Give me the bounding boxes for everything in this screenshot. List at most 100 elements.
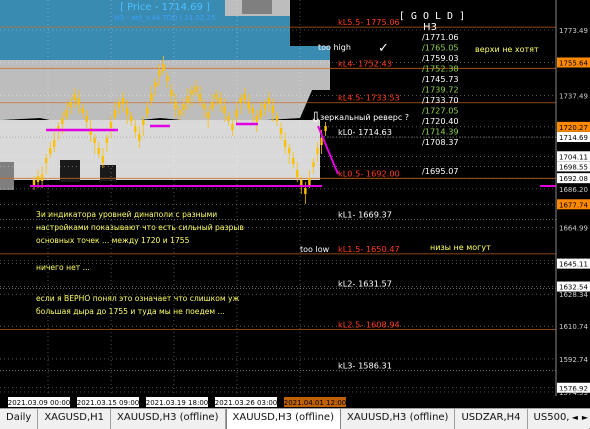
candle-body [263,104,267,109]
candle-body [186,96,190,103]
candle-body [85,116,88,122]
level-label: kL3- 1586.31 [338,361,392,371]
candle-body [142,120,145,125]
time-axis-label: 2021.04.01 12:00 [284,399,346,407]
price-axis-label: 1704.11 [559,153,588,161]
candle-body [243,94,246,100]
chart-tab[interactable]: XAGUSD,H1 [38,409,112,429]
chart-tab[interactable]: XAUUSD,H3 (offline) [111,409,226,429]
time-axis-label: 2021.03.15 09:00 [77,399,139,407]
note-1: 3и индикатора уровней динаполи с разными… [36,210,244,245]
candle-body [206,112,210,118]
candle-body [231,124,234,130]
candle-body [324,126,327,131]
candle-body [296,170,299,177]
price-axis-label: 1720.27 [559,124,588,132]
price-axis-label: 1677.74 [559,201,588,209]
time-axis-label: 2021.03.19 18:00 [146,399,208,407]
price-axis-label: 1755.64 [559,59,588,67]
candle-body [61,118,64,124]
chart-title: [ Price - 1714.69 ] [120,2,210,13]
note-2: ничего нет ... [36,263,90,272]
price-axis-label: 1714.69 [559,134,588,142]
candle-body [271,106,275,113]
candle-body [255,116,258,122]
right-level-value: /1708.37 [422,137,459,147]
right-level-value: /1727.05 [422,106,459,116]
candle-body [77,98,80,105]
candle-body [93,138,96,143]
candle-body [150,94,153,101]
price-axis-label: 1664.99 [559,224,588,232]
price-axis[interactable]: 1773.49 1755.64 1737.49 1720.27 1714.69 1704.… [555,0,590,408]
price-axis-label: 1692.08 [559,175,588,183]
note-3: если я ВЕРНО понял это означает что слиш… [36,294,240,316]
candle-body [117,102,121,107]
down-arrow-icon: ⇩ [310,110,322,126]
candle-body [316,148,319,154]
candle-body [304,188,307,194]
candle-body [215,94,218,99]
top-right-note: верхи не хотят [475,45,539,54]
candle-body [239,98,242,103]
price-chart[interactable]: [ Price - 1714.69 ] H3 - set_v.44 TDD \ … [0,0,590,428]
candle-body [275,116,279,121]
candle-body [198,94,202,101]
candle-body [130,116,133,121]
right-level-value: /1733.70 [422,95,459,105]
candle-body [308,178,311,185]
level-label: kL5.5- 1775.06 [338,17,400,27]
right-level-value: /1765.05 [422,43,459,53]
time-axis-label: 2021.03.26 03:00 [215,399,277,407]
candle-body [105,138,109,143]
level-label: kL2.5- 1608.94 [338,319,400,329]
chart-tab[interactable]: USDZAR,H4 [455,409,528,429]
candle-body [251,108,254,113]
price-axis-label: 1737.49 [559,93,588,101]
chart-tab[interactable]: XAUUSD,H3 (offline) [341,409,456,429]
candle-body [109,122,113,128]
scroll-left-icon[interactable]: ◄ [570,409,580,428]
time-axis[interactable]: 2021.03.09 00:00 2021.03.15 09:00 2021.03.… [8,397,346,407]
candle-body [53,140,56,147]
candle-body [121,98,125,104]
too-low-label: too low [300,245,330,254]
too-high-label: too high [318,43,351,52]
lows-note: низы не могут [430,243,491,252]
level-label: kL4- 1752.43 [338,58,392,68]
chart-tab[interactable]: Daily [0,409,39,429]
candle-body [65,110,68,117]
level-label: kL2- 1631.57 [338,278,392,288]
candle-body [202,104,206,109]
candle-body [81,108,84,113]
price-axis-label: 1645.11 [559,261,588,269]
mirror-reversal-note: зеркальный реверс ? [320,113,409,122]
candle-body [32,180,36,185]
right-level-value: /1695.07 [422,166,459,176]
scroll-right-icon[interactable]: ► [580,409,590,428]
right-level-value: /1745.73 [422,74,459,84]
candle-body [178,110,181,115]
candle-body [69,102,72,107]
candle-body [211,102,214,109]
candle-body [138,134,141,141]
candle-body [267,98,271,104]
candle-body [279,128,283,134]
level-label: kL0.5- 1692.00 [338,168,400,178]
chart-tab[interactable]: XAUUSD,H3 (offline) [225,409,341,429]
candle-body [101,156,105,163]
candle-body [223,106,226,113]
candle-body [312,162,315,167]
candle-body [113,110,117,117]
right-level-value: /1739.72 [422,85,459,95]
tab-scroll-buttons[interactable]: ◄ ► [569,409,590,428]
candle-body [235,110,238,117]
price-axis-label: 1686.20 [559,186,588,194]
price-axis-label: 1628.34 [559,291,588,299]
candle-body [170,90,173,96]
candle-body [259,110,262,117]
candle-body [49,148,52,154]
cloud-area [0,0,330,190]
candle-body [154,82,157,87]
price-axis-label: 1610.74 [559,323,588,331]
